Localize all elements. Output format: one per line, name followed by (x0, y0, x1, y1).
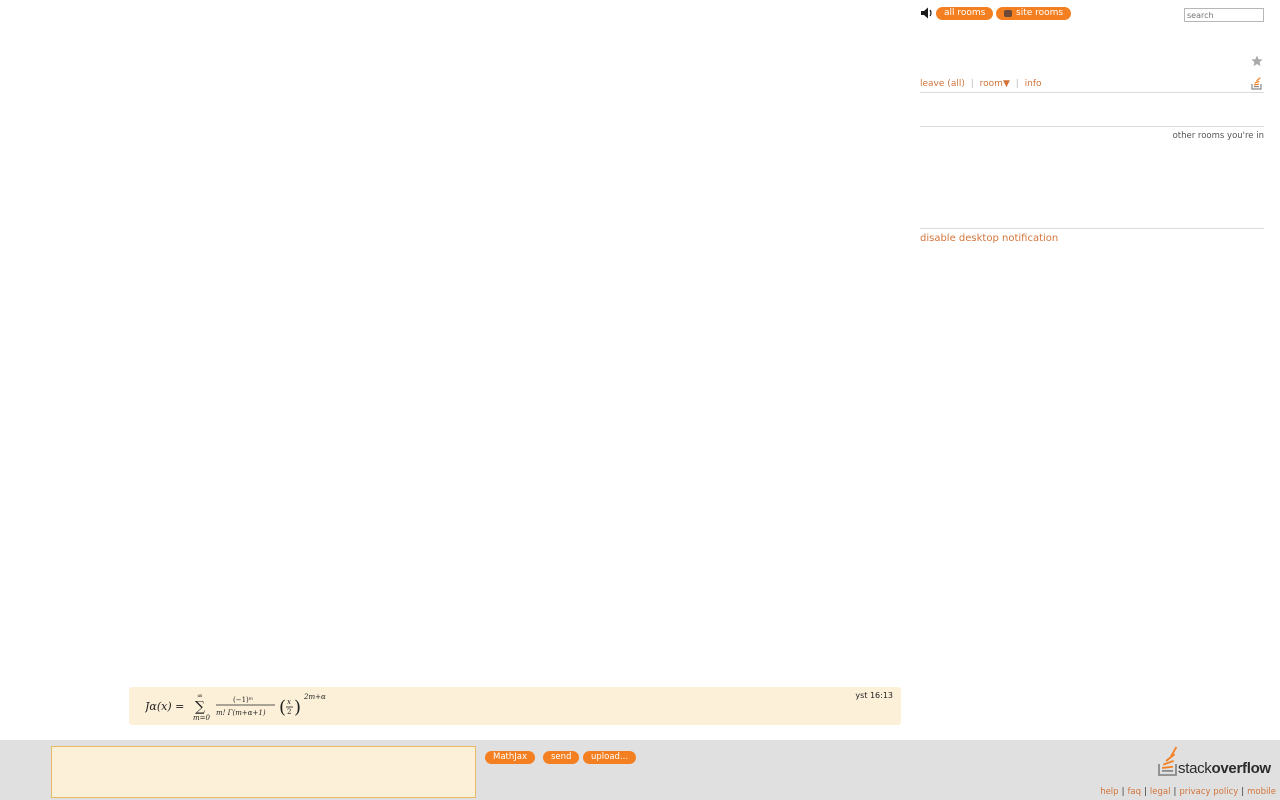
formula-exponent: 2m+α (303, 693, 326, 701)
leave-link[interactable]: leave (920, 79, 944, 89)
info-link[interactable]: info (1025, 79, 1042, 89)
sidebar: all rooms site rooms leave (all) | room▼… (920, 0, 1264, 740)
site-rooms-button[interactable]: site rooms (996, 7, 1072, 20)
mathjax-button[interactable]: MathJax (485, 751, 536, 764)
sound-icon[interactable] (920, 6, 934, 20)
separator: | (970, 79, 974, 89)
footer-link-faq[interactable]: faq (1127, 787, 1141, 797)
formula-inner-num: x (287, 698, 291, 706)
stackoverflow-logo-icon (1158, 746, 1178, 776)
leave-all-paren-close: ) (961, 79, 965, 89)
formula-numerator: (−1)ᵐ (233, 696, 254, 704)
separator: | (1015, 79, 1019, 89)
stackoverflow-icon[interactable] (1251, 76, 1263, 90)
formula-denominator: m! Γ(m+α+1) (216, 709, 266, 717)
site-icon (1004, 10, 1012, 17)
star-icon[interactable] (1251, 55, 1263, 67)
room-dropdown-link[interactable]: room▼ (980, 79, 1010, 89)
footer-link-help[interactable]: help (1100, 787, 1118, 797)
svg-text:): ) (294, 697, 301, 718)
disable-notification-link[interactable]: disable desktop notification (920, 233, 1058, 244)
other-rooms-heading: other rooms you're in (1172, 131, 1264, 141)
search-input[interactable] (1184, 8, 1264, 22)
footer-link-legal[interactable]: legal (1150, 787, 1171, 797)
message-timestamp: yst 16:13 (855, 691, 893, 700)
footer-link-mobile[interactable]: mobile (1247, 787, 1276, 797)
footer: MathJax send upload... stackoverflow hel… (0, 740, 1280, 800)
formula: Jα(x) = ∞ ∑ m=0 (−1)ᵐ m! Γ(m+α+1) ( x 2 … (145, 692, 326, 722)
send-button[interactable]: send (543, 751, 580, 764)
divider (920, 228, 1264, 229)
formula-inner-den: 2 (287, 708, 291, 716)
svg-text:(: ( (279, 697, 286, 718)
upload-button[interactable]: upload... (583, 751, 637, 764)
leave-all-link[interactable]: all (951, 79, 962, 89)
all-rooms-button[interactable]: all rooms (936, 7, 994, 20)
footer-link-privacy[interactable]: privacy policy (1179, 787, 1238, 797)
site-rooms-label: site rooms (1016, 8, 1064, 18)
message-input[interactable] (51, 746, 476, 798)
formula-sum-sign: ∑ (195, 699, 205, 715)
chat-message: Jα(x) = ∞ ∑ m=0 (−1)ᵐ m! Γ(m+α+1) ( x 2 … (129, 687, 901, 725)
divider (920, 126, 1264, 127)
logo-wordmark: stackoverflow (1178, 760, 1271, 777)
chat-page: all rooms site rooms leave (all) | room▼… (0, 0, 1280, 800)
formula-lhs: Jα(x) = (145, 700, 184, 713)
room-menu: leave (all) | room▼ | info (920, 76, 1264, 93)
stackoverflow-logo[interactable]: stackoverflow (1158, 746, 1271, 777)
footer-links: help | faq | legal | privacy policy | mobile (1100, 787, 1276, 797)
formula-sum-bottom: m=0 (193, 714, 211, 722)
